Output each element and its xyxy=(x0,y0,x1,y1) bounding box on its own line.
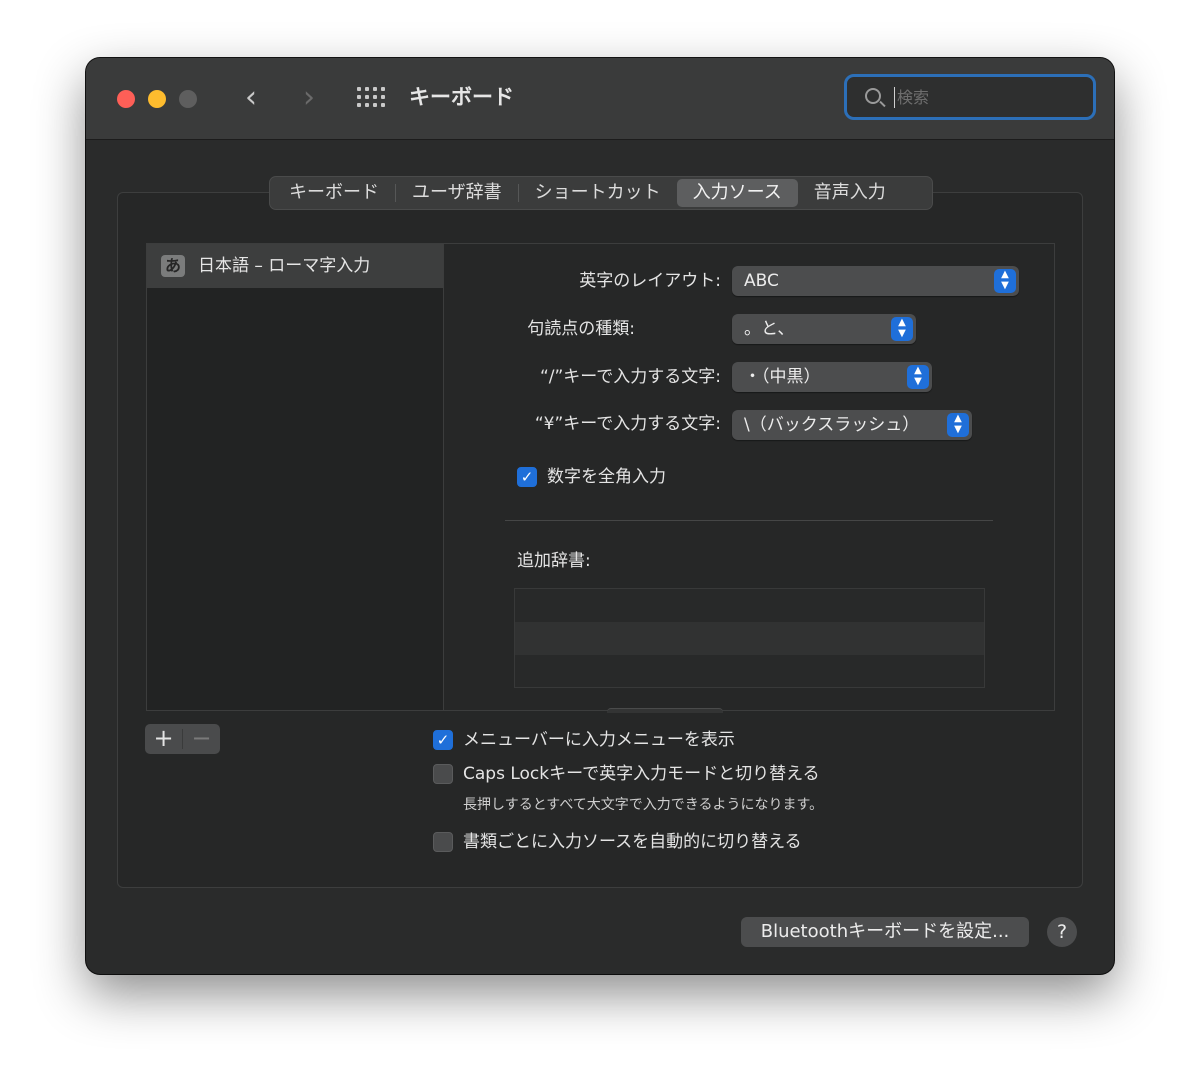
auto-switch-label: 書類ごとに入力ソースを自動的に切り替える xyxy=(463,832,802,852)
input-source-list: あ 日本語 – ローマ字入力 xyxy=(146,243,444,711)
title-bar: ‹ › キーボード 検索 xyxy=(86,58,1114,140)
caps-lock-switch-label: Caps Lockキーで英字入力モードと切り替える xyxy=(463,764,820,784)
add-remove-control: + − xyxy=(145,724,220,754)
tab-dictation[interactable]: 音声入力 xyxy=(798,179,902,207)
tab-keyboard[interactable]: キーボード xyxy=(273,179,395,207)
minimize-button[interactable] xyxy=(148,90,166,108)
show-input-menu-label: メニューバーに入力メニューを表示 xyxy=(463,730,735,750)
search-field[interactable]: 検索 xyxy=(844,74,1096,120)
yen-key-value: \（バックスラッシュ） xyxy=(744,415,920,435)
additional-dictionaries-label: 追加辞書: xyxy=(517,551,591,571)
input-source-settings: 英字のレイアウト: ABC ▲ ▼ 句読点の種類: 。と、 ▲ ▼ “/”キーで入力… xyxy=(444,243,1055,713)
slash-key-popup[interactable]: ・（中黒） ▲ ▼ xyxy=(732,362,932,392)
zoom-button[interactable] xyxy=(179,90,197,108)
show-all-grid-icon[interactable] xyxy=(357,87,385,109)
add-button[interactable]: + xyxy=(145,724,182,754)
chevron-updown-icon: ▲ ▼ xyxy=(891,317,913,341)
additional-dictionaries-list[interactable] xyxy=(514,588,985,688)
list-item xyxy=(515,655,984,688)
slash-key-label: “/”キーで入力する文字: xyxy=(539,367,721,387)
back-arrow-icon[interactable]: ‹ xyxy=(236,80,266,116)
chevron-updown-icon: ▲ ▼ xyxy=(907,365,929,389)
punctuation-label: 句読点の種類: xyxy=(527,319,635,339)
chevron-updown-icon: ▲ ▼ xyxy=(994,269,1016,293)
caps-lock-note: 長押しするとすべて大文字で入力できるようになります。 xyxy=(463,797,824,813)
input-source-label: 日本語 – ローマ字入力 xyxy=(198,256,371,276)
tab-shortcuts[interactable]: ショートカット xyxy=(519,179,677,207)
punctuation-value: 。と、 xyxy=(744,319,795,339)
yen-key-popup[interactable]: \（バックスラッシュ） ▲ ▼ xyxy=(732,410,972,440)
yen-key-label: “¥”キーで入力する文字: xyxy=(534,414,721,434)
window-title: キーボード xyxy=(409,85,514,109)
show-input-menu-checkbox[interactable]: ✓ xyxy=(433,730,453,750)
layout-label: 英字のレイアウト: xyxy=(579,271,721,291)
forward-arrow-icon[interactable]: › xyxy=(294,80,324,116)
help-button[interactable]: ? xyxy=(1047,917,1077,947)
layout-popup[interactable]: ABC ▲ ▼ xyxy=(732,266,1019,296)
search-icon xyxy=(865,88,881,104)
remove-button[interactable]: − xyxy=(183,724,220,754)
fullwidth-numbers-label: 数字を全角入力 xyxy=(547,467,666,487)
list-item xyxy=(515,622,984,655)
chevron-updown-icon: ▲ ▼ xyxy=(947,413,969,437)
tab-bar: キーボード ユーザ辞書 ショートカット 入力ソース 音声入力 xyxy=(269,176,933,210)
text-caret xyxy=(894,87,895,108)
list-item[interactable]: あ 日本語 – ローマ字入力 xyxy=(147,244,443,288)
caps-lock-switch-checkbox[interactable] xyxy=(433,764,453,784)
scroll-indicator xyxy=(607,708,723,713)
fullwidth-numbers-checkbox[interactable]: ✓ xyxy=(517,467,537,487)
setup-bluetooth-keyboard-button[interactable]: Bluetoothキーボードを設定... xyxy=(741,917,1029,947)
list-item xyxy=(515,589,984,622)
search-placeholder: 検索 xyxy=(897,88,930,107)
auto-switch-checkbox[interactable] xyxy=(433,832,453,852)
section-divider xyxy=(505,520,993,521)
tab-input-sources[interactable]: 入力ソース xyxy=(676,179,798,207)
preferences-window: ‹ › キーボード 検索 キーボード ユーザ辞書 ショートカット 入力ソース 音… xyxy=(86,58,1114,974)
slash-key-value: ・（中黒） xyxy=(744,367,821,387)
close-button[interactable] xyxy=(117,90,135,108)
punctuation-popup[interactable]: 。と、 ▲ ▼ xyxy=(732,314,916,344)
layout-value: ABC xyxy=(744,271,779,291)
tab-user-dictionary[interactable]: ユーザ辞書 xyxy=(396,179,518,207)
hiragana-badge-icon: あ xyxy=(161,255,185,277)
